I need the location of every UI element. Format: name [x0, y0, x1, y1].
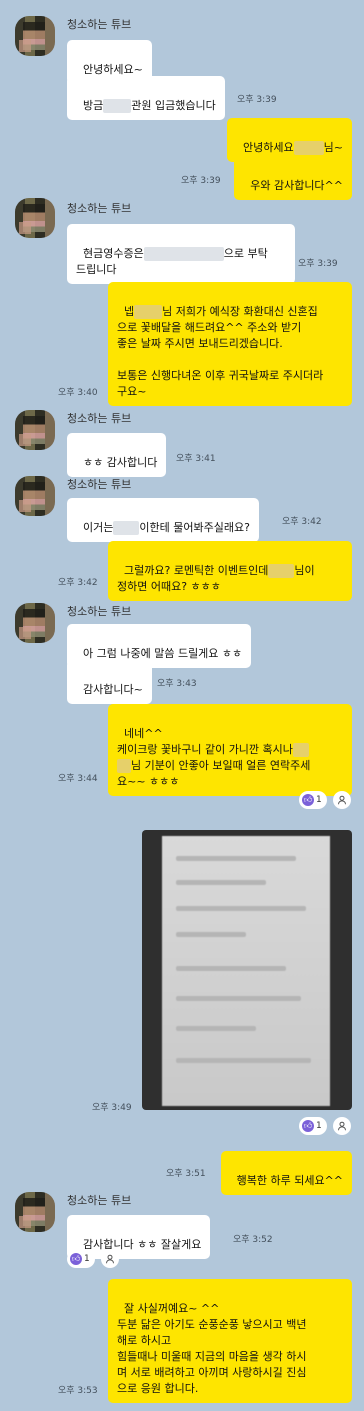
message-text: 그럴까요? 로멘틱한 이벤트인데	[124, 564, 269, 577]
reaction-count: 1	[316, 795, 322, 805]
avatar[interactable]	[15, 16, 55, 56]
blurred-text	[293, 141, 324, 155]
timestamp: 오후 3:39	[298, 259, 338, 269]
message-bubble[interactable]: 행복한 하루 되세요^^	[220, 1151, 352, 1195]
thumbs-up-icon: 👍︎	[70, 1253, 82, 1265]
blurred-text	[134, 305, 163, 319]
message-text: 현금영수증은	[83, 247, 144, 260]
message-text: 님 저희가 예식장 화환대신 신혼집	[162, 305, 318, 318]
message-text: 님 기분이 안좋아 보일때 얼른 연락주세	[131, 759, 311, 772]
sender-name: 청소하는 튜브	[67, 412, 132, 425]
message-text: 이거는	[83, 521, 114, 534]
avatar[interactable]	[15, 603, 55, 643]
message-text: 행복한 하루 되세요^^	[236, 1174, 343, 1187]
timestamp: 오후 3:41	[176, 454, 216, 464]
message-text: 요~~ ㅎㅎㅎ	[117, 775, 180, 788]
message-text: 케이크랑 꽃바구니 같이 가니깐 혹시나	[117, 743, 293, 756]
message-text: 좋은 날짜 주시면 보내드리겠습니다.	[117, 337, 283, 350]
message-text: 우와 감사합니다^^	[250, 179, 343, 192]
avatar[interactable]	[15, 410, 55, 450]
photo-message[interactable]	[142, 830, 352, 1110]
message-text: 며 서로 배려하고 아끼며 사랑하시길 진심	[117, 1366, 307, 1379]
message-text: 구요~	[117, 385, 147, 398]
message-text: 잘 사실꺼예요~ ^^	[124, 1302, 220, 1315]
message-text: 방금	[83, 99, 104, 112]
timestamp: 오후 3:49	[92, 1103, 132, 1113]
thumbs-up-icon: 👍︎	[302, 1120, 314, 1132]
reaction-count: 1	[84, 1254, 90, 1264]
message-bubble[interactable]: 잘 사실꺼예요~ ^^ 두분 닮은 아기도 순풍순풍 낳으시고 백년해로 하시고힘…	[108, 1279, 352, 1403]
sender-name: 청소하는 튜브	[67, 605, 132, 618]
reaction-count: 1	[316, 1121, 322, 1131]
message-text: 감사합니다 ㅎㅎ 잘살게요	[83, 1238, 202, 1251]
message-bubble[interactable]: 이거는 이한테 물어봐주실래요?	[67, 498, 259, 542]
blurred-text	[268, 564, 295, 578]
sender-name: 청소하는 튜브	[67, 478, 132, 491]
message-text: 드립니다	[76, 263, 117, 276]
message-text: 해로 하시고	[117, 1334, 172, 1347]
message-text: 아 그럼 나중에 말씀 드릴게요 ㅎㅎ	[83, 647, 243, 660]
blurred-text	[113, 521, 140, 535]
message-bubble[interactable]: 그럴까요? 로멘틱한 이벤트인데 님이정하면 어때요? ㅎㅎㅎ	[108, 541, 352, 601]
sender-name: 청소하는 튜브	[67, 202, 132, 215]
message-text: 정하면 어때요? ㅎㅎㅎ	[117, 580, 221, 593]
timestamp: 오후 3:43	[157, 679, 197, 689]
message-text: 님~	[323, 141, 343, 154]
timestamp: 오후 3:39	[237, 95, 277, 105]
receipt-image	[162, 836, 330, 1106]
blurred-text	[117, 759, 131, 773]
message-bubble[interactable]: 네네^^ 케이크랑 꽃바구니 같이 가니깐 혹시나님 기분이 안좋아 보일때 얼른…	[108, 704, 352, 796]
timestamp: 오후 3:44	[58, 774, 98, 784]
message-text: 관원 입금했습니다	[131, 99, 216, 112]
message-text: 으로 부탁	[223, 247, 268, 260]
message-bubble[interactable]: 우와 감사합니다^^	[234, 156, 352, 200]
avatar[interactable]	[15, 476, 55, 516]
timestamp: 오후 3:42	[58, 578, 98, 588]
message-text: 으로 응원 합니다.	[117, 1382, 199, 1395]
timestamp: 오후 3:42	[282, 517, 322, 527]
like-reaction[interactable]: 👍︎ 1	[67, 1250, 95, 1268]
person-icon[interactable]	[333, 791, 351, 809]
message-bubble[interactable]: ㅎㅎ 감사합니다	[67, 433, 167, 477]
blurred-text	[103, 99, 132, 113]
like-reaction[interactable]: 👍︎ 1	[299, 1117, 327, 1135]
message-bubble[interactable]: 현금영수증은 으로 부탁드립니다	[67, 224, 295, 284]
message-text: ㅎㅎ 감사합니다	[83, 456, 158, 469]
message-text: 네네^^	[124, 727, 163, 740]
message-bubble[interactable]: 방금 관원 입금했습니다	[67, 76, 225, 120]
blurred-text	[292, 743, 309, 757]
blurred-text	[143, 247, 224, 261]
timestamp: 오후 3:53	[58, 1386, 98, 1396]
message-text: 안녕하세요	[243, 141, 294, 154]
message-bubble[interactable]: 감사합니다~	[67, 660, 152, 704]
sender-name: 청소하는 튜브	[67, 1194, 132, 1207]
message-bubble[interactable]: 넵 님 저희가 예식장 화환대신 신혼집으로 꽃배달을 해드려요^^ 주소와 받기…	[108, 282, 352, 406]
message-text: 두분 닮은 아기도 순풍순풍 낳으시고 백년	[117, 1318, 307, 1331]
avatar[interactable]	[15, 1192, 55, 1232]
message-text: 감사합니다~	[83, 683, 143, 696]
timestamp: 오후 3:51	[166, 1169, 206, 1179]
message-text: 힘들때나 미울때 지금의 마음을 생각 하시	[117, 1350, 307, 1363]
avatar[interactable]	[15, 198, 55, 238]
message-text: 넵	[124, 305, 135, 318]
timestamp: 오후 3:39	[181, 176, 221, 186]
message-text: 안녕하세요~	[83, 63, 143, 76]
sender-name: 청소하는 튜브	[67, 18, 132, 31]
message-text: 님이	[294, 564, 315, 577]
person-icon[interactable]	[101, 1250, 119, 1268]
message-text: 이한테 물어봐주실래요?	[139, 521, 250, 534]
message-text: 보통은 신행다녀온 이후 귀국날짜로 주시더라	[117, 369, 324, 382]
timestamp: 오후 3:40	[58, 388, 98, 398]
timestamp: 오후 3:52	[233, 1235, 273, 1245]
message-text: 으로 꽃배달을 해드려요^^ 주소와 받기	[117, 321, 302, 334]
person-icon[interactable]	[333, 1117, 351, 1135]
thumbs-up-icon: 👍︎	[302, 794, 314, 806]
like-reaction[interactable]: 👍︎ 1	[299, 791, 327, 809]
